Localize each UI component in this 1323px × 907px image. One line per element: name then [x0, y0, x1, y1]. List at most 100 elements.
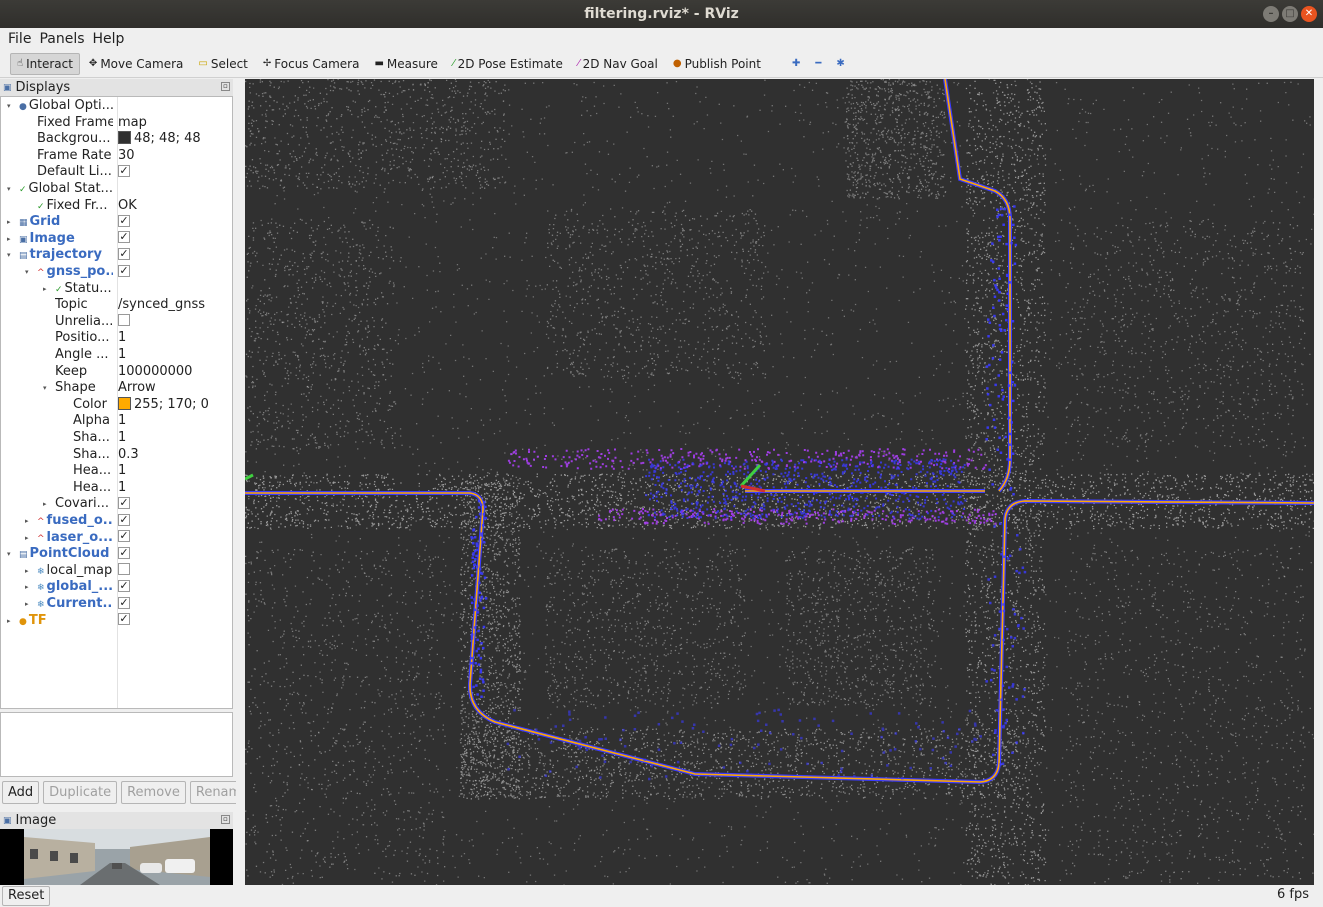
visibility-checkbox[interactable]: ✓: [118, 546, 130, 559]
expand-arrow-icon[interactable]: ▸: [43, 281, 47, 298]
tree-row-value[interactable]: ✓: [118, 596, 130, 613]
splitter-right[interactable]: [1314, 79, 1323, 885]
remove-tool-button[interactable]: ━: [809, 55, 827, 72]
visibility-checkbox[interactable]: ✓: [118, 530, 130, 543]
expand-arrow-icon[interactable]: ▸: [43, 496, 47, 513]
tree-row-value[interactable]: ✓: [118, 164, 130, 181]
maximize-icon[interactable]: □: [1282, 6, 1298, 22]
tree-row-value[interactable]: ✓: [118, 579, 130, 596]
tree-row-value[interactable]: ✓: [118, 214, 130, 231]
tree-row[interactable]: ✓ Fixed Fr... OK: [1, 198, 232, 215]
tree-row[interactable]: ▸ ❄ global_... ✓: [1, 579, 232, 596]
tree-row-value[interactable]: ✓: [118, 264, 130, 281]
tree-row[interactable]: Unrelia...: [1, 314, 232, 331]
tree-row[interactable]: Keep 100000000: [1, 364, 232, 381]
expand-arrow-icon[interactable]: ▸: [25, 596, 29, 613]
expand-arrow-icon[interactable]: ▸: [25, 579, 29, 596]
visibility-checkbox[interactable]: [118, 314, 130, 327]
visibility-checkbox[interactable]: ✓: [118, 247, 130, 260]
visibility-checkbox[interactable]: ✓: [118, 164, 130, 177]
tree-row[interactable]: ▸ ^ laser_o... ✓: [1, 530, 232, 547]
tree-row[interactable]: Frame Rate 30: [1, 148, 232, 165]
tree-row[interactable]: Backgrou... 48; 48; 48: [1, 131, 232, 148]
visibility-checkbox[interactable]: ✓: [118, 596, 130, 609]
visibility-checkbox[interactable]: ✓: [118, 496, 130, 509]
visibility-checkbox[interactable]: [118, 563, 130, 576]
visibility-checkbox[interactable]: ✓: [118, 264, 130, 277]
collapse-arrow-icon[interactable]: ▾: [7, 247, 11, 264]
tree-row-value[interactable]: [118, 314, 130, 331]
tree-row-value[interactable]: ✓: [118, 613, 130, 630]
visibility-checkbox[interactable]: ✓: [118, 579, 130, 592]
collapse-arrow-icon[interactable]: ▾: [7, 181, 11, 198]
tree-row-value[interactable]: ✓: [118, 247, 130, 264]
visibility-checkbox[interactable]: ✓: [118, 613, 130, 626]
collapse-arrow-icon[interactable]: ▾: [7, 546, 11, 563]
tree-row[interactable]: Fixed Frame map: [1, 115, 232, 132]
tool-publish-point[interactable]: ● Publish Point: [667, 54, 767, 74]
tree-row[interactable]: ▾ ● Global Opti...: [1, 98, 232, 115]
displays-tree[interactable]: ▾ ● Global Opti... Fixed Frame map Backgrou..…: [0, 96, 233, 709]
tree-row[interactable]: ▾ ^ gnss_po... ✓: [1, 264, 232, 281]
tree-row[interactable]: ▾ ▤ trajectory ✓: [1, 247, 232, 264]
expand-arrow-icon[interactable]: ▸: [7, 231, 11, 248]
visibility-checkbox[interactable]: ✓: [118, 214, 130, 227]
menu-help[interactable]: Help: [89, 31, 129, 47]
reset-button[interactable]: Reset: [2, 886, 51, 906]
tree-row[interactable]: ▸ ▣ Image ✓: [1, 231, 232, 248]
collapse-arrow-icon[interactable]: ▾: [43, 380, 47, 397]
tool-properties-button[interactable]: ✱: [830, 55, 850, 72]
tree-row[interactable]: ▾ Shape Arrow: [1, 380, 232, 397]
tree-row-value[interactable]: ✓: [118, 546, 130, 563]
visibility-checkbox[interactable]: ✓: [118, 231, 130, 244]
tree-row[interactable]: Sha... 0.3: [1, 447, 232, 464]
tool-2d-nav-goal[interactable]: ⁄ 2D Nav Goal: [572, 54, 664, 74]
color-swatch[interactable]: [118, 131, 131, 145]
expand-arrow-icon[interactable]: ▸: [25, 530, 29, 547]
tree-row[interactable]: Positio... 1: [1, 330, 232, 347]
tree-row[interactable]: ▾ ▤ PointCloud ✓: [1, 546, 232, 563]
tree-row[interactable]: Alpha 1: [1, 413, 232, 430]
tool-interact[interactable]: ☝ Interact: [10, 52, 80, 75]
close-icon[interactable]: ✕: [1301, 6, 1317, 22]
tree-row-value[interactable]: ✓: [118, 231, 130, 248]
color-swatch[interactable]: [118, 396, 131, 410]
duplicate-button[interactable]: Duplicate: [43, 781, 118, 804]
tree-row[interactable]: ▸ ▦ Grid ✓: [1, 214, 232, 231]
expand-arrow-icon[interactable]: ▸: [7, 214, 11, 231]
tree-row-value[interactable]: [118, 563, 130, 580]
tree-row-value[interactable]: ✓: [118, 496, 130, 513]
visibility-checkbox[interactable]: ✓: [118, 513, 130, 526]
add-tool-button[interactable]: ✚: [786, 55, 806, 72]
add-button[interactable]: Add: [2, 781, 40, 804]
tree-row[interactable]: ▸ ✓ Statu...: [1, 281, 232, 298]
tool-select[interactable]: ▭ Select: [192, 54, 253, 74]
tree-row[interactable]: Hea... 1: [1, 463, 232, 480]
tool-2d-pose-estimate[interactable]: ⁄ 2D Pose Estimate: [447, 54, 569, 74]
collapse-arrow-icon[interactable]: ▾: [25, 264, 29, 281]
tool-focus-camera[interactable]: ✢ Focus Camera: [257, 54, 366, 74]
splitter-left[interactable]: [236, 79, 245, 885]
tree-row[interactable]: ▸ ● TF ✓: [1, 613, 232, 630]
tree-row[interactable]: Hea... 1: [1, 480, 232, 497]
minimize-icon[interactable]: –: [1263, 6, 1279, 22]
menu-file[interactable]: File: [4, 31, 35, 47]
tool-move-camera[interactable]: ✥ Move Camera: [83, 54, 189, 74]
tree-row[interactable]: Topic/synced_gnss: [1, 297, 232, 314]
tool-measure[interactable]: ▬ Measure: [368, 54, 443, 74]
tree-row-value[interactable]: ✓: [118, 513, 130, 530]
remove-button[interactable]: Remove: [121, 781, 186, 804]
expand-arrow-icon[interactable]: ▸: [25, 563, 29, 580]
panel-float-icon[interactable]: ▫: [221, 82, 230, 91]
tree-row[interactable]: ▸ Covari... ✓: [1, 496, 232, 513]
expand-arrow-icon[interactable]: ▸: [7, 613, 11, 630]
tree-row[interactable]: ▸ ❄ Current... ✓: [1, 596, 232, 613]
tree-row[interactable]: ▾ ✓ Global Stat...: [1, 181, 232, 198]
panel-float-icon[interactable]: ▫: [221, 815, 230, 824]
tree-row[interactable]: Angle ... 1: [1, 347, 232, 364]
tree-row[interactable]: Default Li... ✓: [1, 164, 232, 181]
collapse-arrow-icon[interactable]: ▾: [7, 98, 11, 115]
tree-row[interactable]: Sha... 1: [1, 430, 232, 447]
tree-row[interactable]: ▸ ^ fused_o... ✓: [1, 513, 232, 530]
expand-arrow-icon[interactable]: ▸: [25, 513, 29, 530]
